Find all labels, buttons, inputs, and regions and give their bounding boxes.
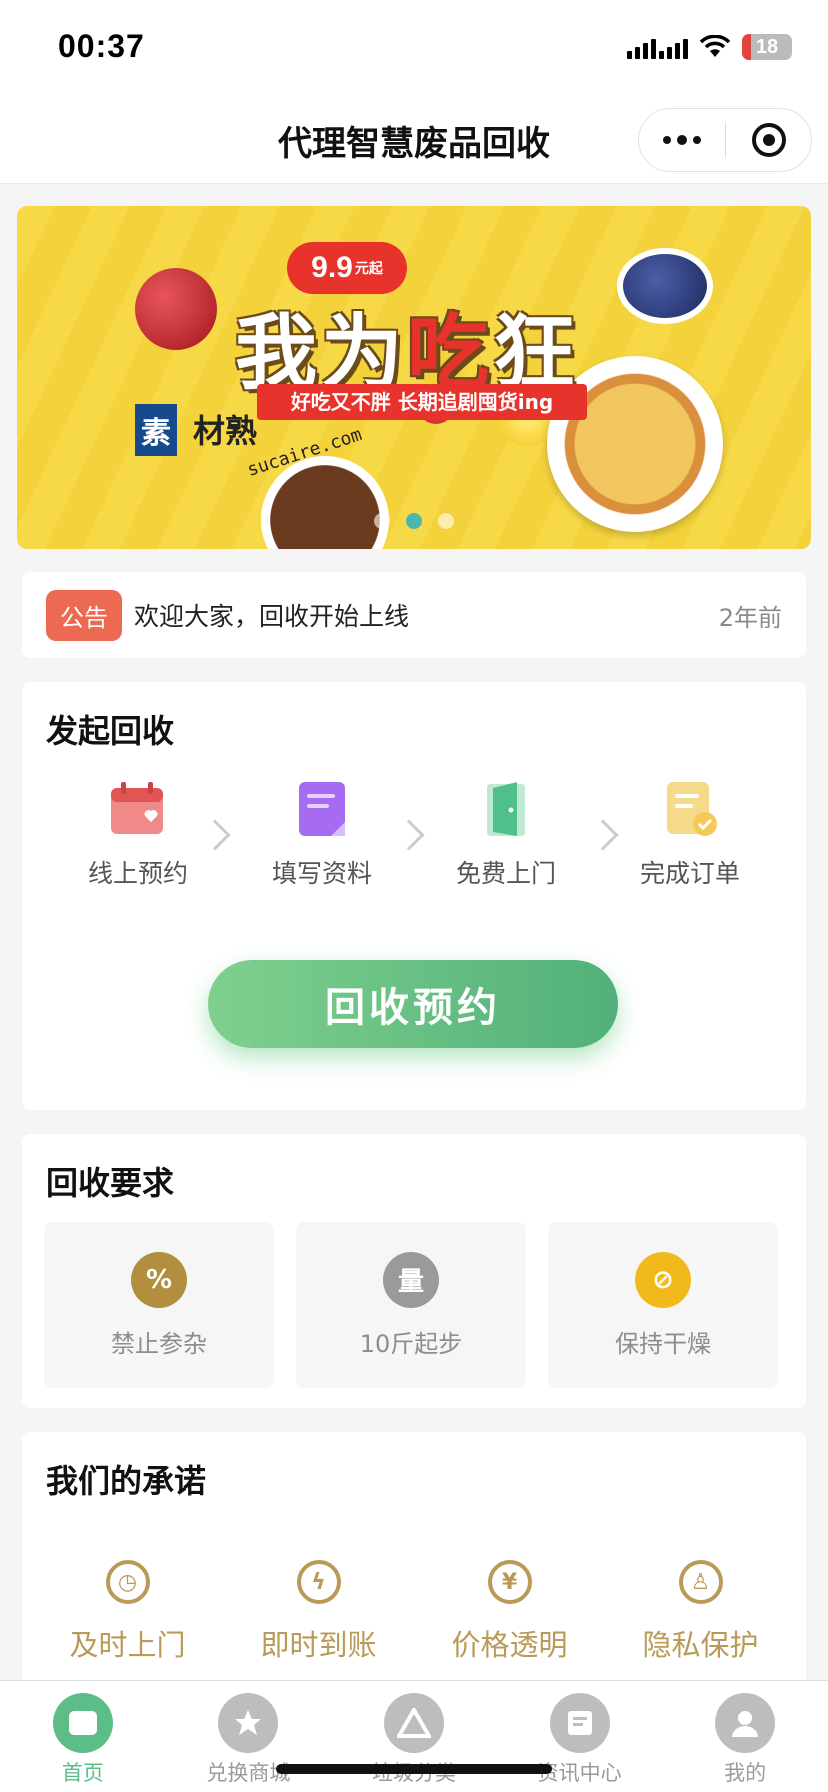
tab-profile[interactable]: 我的	[670, 1681, 820, 1792]
watermark-logo: 素	[135, 404, 177, 456]
yen-icon: ¥	[487, 1560, 532, 1604]
requirements-grid: % 禁止参杂 量 10斤起步 ⊘ 保持干燥	[44, 1222, 778, 1388]
status-icons: 18	[627, 34, 792, 60]
tab-home[interactable]: 首页	[8, 1681, 158, 1792]
blueberries-image	[617, 248, 713, 324]
requirement-no-mix: % 禁止参杂	[44, 1222, 274, 1388]
carousel-dot[interactable]	[438, 513, 454, 529]
step-label: 填写资料	[271, 859, 372, 888]
initiate-recycling-card: 发起回收 线上预约 填写资料 免费上门 完成订单 回收预约	[22, 682, 806, 1110]
tab-exchange-mall[interactable]: 兑换商城	[173, 1681, 323, 1792]
home-icon	[52, 1693, 113, 1753]
promise-privacy: ♙ 隐私保护	[611, 1560, 791, 1664]
more-options-button[interactable]	[639, 109, 725, 171]
home-indicator	[276, 1764, 552, 1774]
clock-icon: ◷	[105, 1560, 150, 1604]
title-bar: 代理智慧废品回收	[0, 92, 828, 184]
step-online-booking: 线上预约	[53, 778, 223, 890]
capsule-menu	[638, 108, 812, 172]
section-title-promise: 我们的承诺	[46, 1462, 207, 1500]
pomegranate-image	[135, 268, 217, 350]
recycle-booking-button[interactable]: 回收预约	[208, 960, 618, 1048]
no-mix-icon: %	[131, 1251, 187, 1308]
target-icon	[751, 123, 786, 157]
no-water-icon: ⊘	[635, 1251, 691, 1308]
shield-icon: ♙	[678, 1560, 723, 1604]
tab-label: 我的	[724, 1761, 767, 1785]
promise-list: ◷ 及时上门 ϟ 即时到账 ¥ 价格透明 ♙ 隐私保护	[22, 1560, 806, 1664]
battery-icon: 18	[742, 34, 792, 60]
promise-label: 价格透明	[451, 1628, 568, 1662]
lightning-icon: ϟ	[296, 1560, 341, 1604]
battery-level: 18	[755, 35, 779, 58]
recycle-icon	[383, 1693, 444, 1753]
requirement-label: 禁止参杂	[111, 1329, 207, 1358]
carousel-indicator	[17, 513, 811, 529]
close-miniprogram-button[interactable]	[726, 109, 811, 171]
news-icon	[549, 1693, 610, 1753]
promise-label: 及时上门	[69, 1628, 186, 1662]
step-fill-info: 填写资料	[237, 778, 407, 890]
price-value: 9.9	[311, 251, 353, 284]
announcement-time: 2年前	[718, 603, 782, 632]
section-title-initiate: 发起回收	[46, 712, 175, 750]
status-bar: 00:37 18	[0, 0, 828, 92]
promise-transparent-price: ¥ 价格透明	[420, 1560, 600, 1664]
door-icon	[487, 782, 525, 836]
carousel-dot[interactable]	[374, 513, 390, 529]
requirement-label: 保持干燥	[615, 1329, 711, 1358]
tab-label: 首页	[61, 1761, 104, 1785]
price-unit: 元起	[354, 259, 383, 276]
tab-waste-sorting[interactable]: 垃圾分类	[339, 1681, 489, 1792]
requirement-label: 10斤起步	[359, 1329, 463, 1358]
step-free-pickup: 免费上门	[421, 778, 591, 890]
recycling-requirements-card: 回收要求 % 禁止参杂 量 10斤起步 ⊘ 保持干燥	[22, 1134, 806, 1408]
banner-subline: 好吃又不胖 长期追剧囤货ing	[257, 384, 587, 420]
carousel-dot[interactable]	[406, 513, 422, 529]
step-complete-order: 完成订单	[605, 778, 775, 890]
star-icon	[218, 1693, 279, 1753]
bottom-tab-bar: 首页 兑换商城 垃圾分类 资讯中心 我的	[0, 1680, 828, 1792]
step-label: 完成订单	[639, 859, 740, 888]
promo-banner[interactable]: 9.9 元起 我为吃狂 好吃又不胖 长期追剧囤货ing 素 材熟 sucaire…	[17, 206, 811, 549]
announcement-bar[interactable]: 公告 欢迎大家，回收开始上线 2年前	[22, 572, 806, 658]
requirement-keep-dry: ⊘ 保持干燥	[548, 1222, 778, 1388]
requirement-min-weight: 量 10斤起步	[296, 1222, 526, 1388]
promise-label: 隐私保护	[642, 1628, 759, 1662]
our-promise-card: 我们的承诺 ◷ 及时上门 ϟ 即时到账 ¥ 价格透明 ♙ 隐私保护	[22, 1432, 806, 1692]
status-time: 00:37	[58, 28, 145, 64]
calendar-icon	[111, 782, 163, 834]
step-label: 免费上门	[455, 859, 556, 888]
section-title-requirements: 回收要求	[46, 1164, 175, 1202]
promise-instant-payment: ϟ 即时到账	[229, 1560, 409, 1664]
wifi-icon	[700, 35, 730, 57]
announcement-text: 欢迎大家，回收开始上线	[134, 602, 410, 631]
user-icon	[715, 1693, 776, 1753]
step-label: 线上预约	[87, 859, 188, 888]
order-check-icon	[667, 782, 717, 836]
promise-timely-pickup: ◷ 及时上门	[38, 1560, 218, 1664]
tab-news-center[interactable]: 资讯中心	[505, 1681, 655, 1792]
document-edit-icon	[299, 782, 345, 836]
promise-label: 即时到账	[260, 1628, 377, 1662]
weight-icon: 量	[383, 1251, 439, 1308]
watermark-text: 材熟	[193, 412, 258, 450]
announcement-tag: 公告	[46, 589, 122, 641]
signal-icon	[627, 35, 688, 59]
